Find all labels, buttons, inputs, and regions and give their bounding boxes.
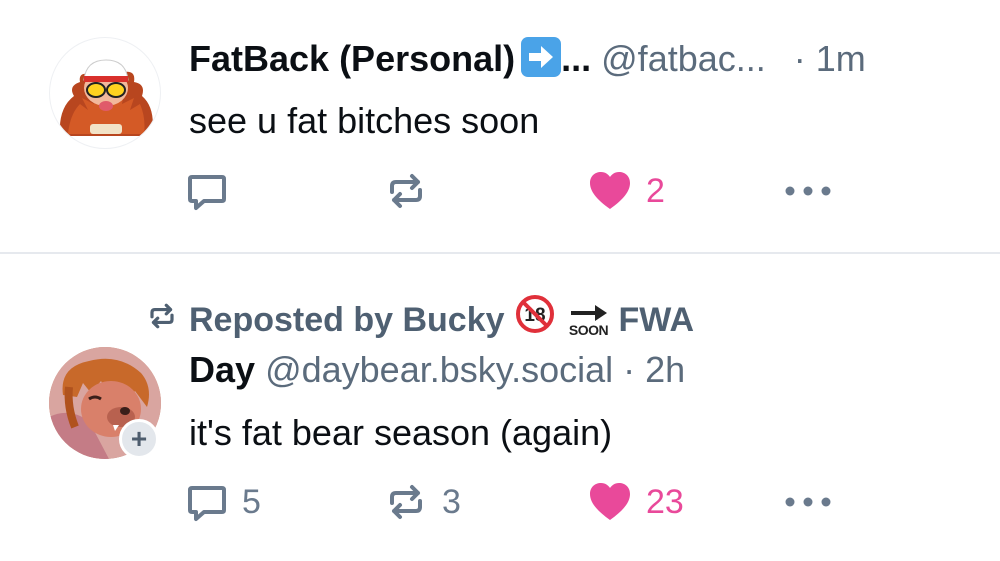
post-header: FatBack (Personal)... @fatbac... · 1m	[189, 37, 866, 81]
heart-filled-icon	[588, 482, 632, 522]
reply-button[interactable]: 5	[186, 479, 261, 525]
post-text: it's fat bear season (again)	[189, 412, 613, 453]
repost-button[interactable]	[384, 168, 442, 214]
reply-count: 5	[242, 482, 261, 521]
soon-arrow-emoji-icon: SOON	[569, 303, 609, 337]
heart-filled-icon	[588, 171, 632, 211]
avatar[interactable]	[49, 37, 161, 149]
feed-post[interactable]: FatBack (Personal)... @fatbac... · 1m se…	[0, 0, 1000, 252]
like-count: 23	[646, 482, 684, 521]
reply-icon	[186, 170, 228, 212]
handle[interactable]: @daybear.bsky.social	[265, 349, 613, 390]
post-actions: 5 3 23	[186, 479, 846, 525]
follow-plus-button[interactable]: +	[119, 419, 159, 459]
feed-post[interactable]: Reposted by Bucky 18 SOON FWA + Day @day…	[0, 254, 1000, 561]
name-ellipsis: ...	[561, 38, 592, 79]
reply-button[interactable]	[186, 168, 242, 214]
ellipsis-icon	[784, 185, 832, 197]
post-actions: 2	[186, 168, 846, 214]
post-text: see u fat bitches soon	[189, 100, 540, 141]
right-arrow-emoji-icon	[521, 37, 562, 77]
plus-icon: +	[130, 423, 148, 454]
repost-button[interactable]: 3	[384, 479, 461, 525]
repost-suffix: FWA	[618, 300, 695, 339]
repost-count: 3	[442, 482, 461, 521]
ellipsis-icon	[784, 496, 832, 508]
like-button[interactable]: 2	[588, 168, 665, 214]
timestamp[interactable]: · 2h	[623, 349, 685, 390]
repost-icon	[384, 481, 428, 523]
repost-icon	[384, 170, 428, 212]
repost-by-label: Reposted by Bucky	[189, 300, 505, 339]
post-header: Day @daybear.bsky.social · 2h	[189, 348, 685, 392]
like-count: 2	[646, 171, 665, 210]
more-options-button[interactable]	[784, 479, 832, 525]
repost-small-icon	[145, 298, 179, 342]
display-name[interactable]: Day	[189, 349, 255, 390]
display-name[interactable]: FatBack (Personal)	[189, 38, 515, 79]
like-button[interactable]: 23	[588, 479, 684, 525]
more-options-button[interactable]	[784, 168, 832, 214]
handle[interactable]: @fatbac...	[601, 38, 766, 79]
timestamp[interactable]: · 1m	[794, 38, 866, 79]
no-one-under-eighteen-emoji-icon: 18	[515, 294, 555, 345]
reply-icon	[186, 481, 228, 523]
repost-attribution[interactable]: Reposted by Bucky 18 SOON FWA	[145, 294, 694, 345]
